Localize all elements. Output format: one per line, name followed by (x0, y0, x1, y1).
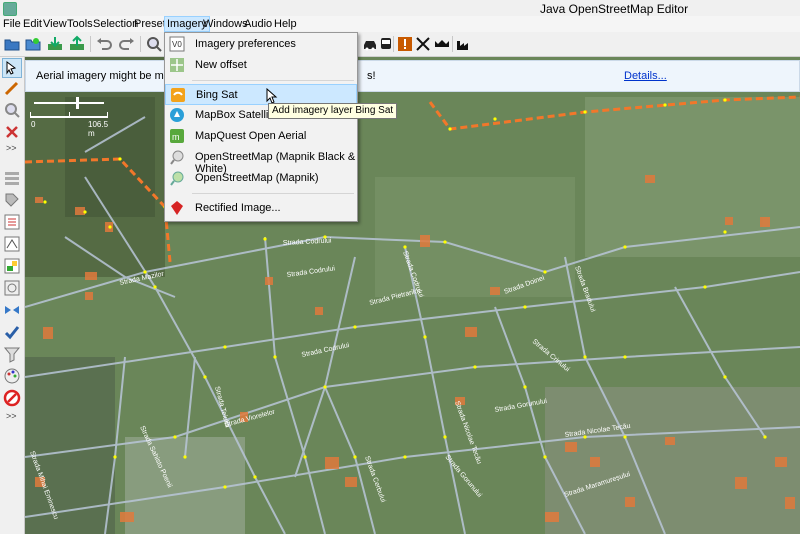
menu-item-label: MapQuest Open Aerial (195, 130, 307, 142)
menu-tools[interactable]: Tools (67, 18, 93, 30)
palette-icon[interactable] (3, 367, 21, 385)
details-link[interactable]: Details... (624, 70, 667, 82)
svg-text:V0: V0 (172, 40, 182, 49)
menu-file[interactable]: File (3, 18, 21, 30)
open-file-icon[interactable] (3, 35, 21, 53)
map-paint-icon[interactable] (3, 257, 21, 275)
menu-item-osm-mapnik[interactable]: OpenStreetMap (Mapnik) (165, 168, 357, 189)
map-view[interactable]: Strada Mazilor Strada Codrului Strada Co… (25, 57, 800, 534)
zoom-tool-icon[interactable] (3, 101, 21, 119)
zoom-slider[interactable] (34, 102, 104, 104)
menu-item-rectified-image[interactable]: Rectified Image... (165, 198, 357, 219)
mapbox-icon (170, 108, 184, 122)
relation-list-icon[interactable] (3, 235, 21, 253)
menu-item-label: Bing Sat (196, 89, 238, 101)
menu-selection[interactable]: Selection (93, 18, 138, 30)
menu-audio[interactable]: Audio (244, 18, 272, 30)
validation-check-icon[interactable] (3, 323, 21, 341)
menu-windows[interactable]: Windows (203, 18, 248, 30)
mouse-cursor-icon (266, 88, 278, 104)
toolbar-separator (90, 36, 91, 52)
filter-icon[interactable] (3, 279, 21, 297)
delete-tool-icon[interactable] (3, 123, 21, 141)
download-icon[interactable] (46, 35, 64, 53)
scale-tick (107, 112, 108, 118)
rectified-image-icon (171, 201, 183, 215)
draw-tool-icon[interactable] (3, 79, 21, 97)
menu-item-label: Imagery preferences (195, 38, 296, 50)
menu-item-mapquest-open-aerial[interactable]: m MapQuest Open Aerial (165, 126, 357, 147)
boundary-icon[interactable] (433, 35, 451, 53)
conflict-icon[interactable] (3, 301, 21, 319)
menu-item-label: MapBox Satellite (195, 109, 278, 121)
tags-icon[interactable] (3, 191, 21, 209)
select-tool-icon[interactable] (2, 58, 22, 78)
menu-item-bing-sat[interactable]: Bing Sat (165, 84, 357, 105)
warning-icon[interactable] (396, 35, 414, 53)
scale-indicator: 0 106.5 m (30, 97, 110, 138)
toolbar-separator (140, 36, 141, 52)
zoom-icon[interactable] (145, 35, 163, 53)
menu-item-new-offset[interactable]: New offset (165, 55, 357, 76)
layers-icon[interactable] (3, 169, 21, 187)
menu-item-label: Rectified Image... (195, 202, 281, 214)
scale-start-label: 0 (31, 120, 36, 129)
mapquest-icon: m (170, 129, 184, 143)
menu-bar: File Edit View Tools Selection Presets I… (0, 16, 800, 33)
scale-tick (69, 112, 70, 118)
imagery-offset-notification: Aerial imagery might be misalig s! Detai… (25, 60, 800, 92)
notification-text-end: s! (367, 70, 376, 82)
open-location-icon[interactable] (24, 35, 42, 53)
toolbar-separator (452, 36, 453, 52)
new-offset-icon (170, 58, 184, 72)
title-bar: Java OpenStreetMap Editor (0, 0, 800, 16)
no-entry-icon[interactable] (3, 389, 21, 407)
industrial-icon[interactable] (455, 35, 473, 53)
menu-view[interactable]: View (43, 18, 67, 30)
menu-help[interactable]: Help (274, 18, 297, 30)
menu-item-imagery-preferences[interactable]: V0 Imagery preferences (165, 34, 357, 55)
filter-funnel-icon[interactable] (3, 345, 21, 363)
upload-icon[interactable] (68, 35, 86, 53)
map-canvas: Strada Mazilor Strada Codrului Strada Co… (25, 57, 800, 534)
menu-item-label: OpenStreetMap (Mapnik) (195, 172, 319, 184)
left-tool-panel: >> >> (0, 57, 25, 534)
selection-list-icon[interactable] (3, 213, 21, 231)
imagery-menu: V0 Imagery preferences New offset Bing S… (164, 32, 358, 222)
imagery-preferences-icon: V0 (169, 36, 185, 52)
main-toolbar (0, 32, 800, 57)
svg-text:m: m (172, 132, 180, 142)
menu-edit[interactable]: Edit (23, 18, 42, 30)
osm-icon (170, 150, 184, 165)
toolbar-separator (393, 36, 394, 52)
josm-app-icon (3, 2, 17, 16)
scale-end-label: 106.5 m (88, 120, 109, 138)
bing-icon (171, 88, 185, 102)
menu-item-label: New offset (195, 59, 247, 71)
menu-separator (192, 193, 354, 194)
redo-icon[interactable] (118, 35, 136, 53)
more-panels-chevron-icon[interactable]: >> (6, 411, 17, 421)
zoom-slider-handle[interactable] (76, 97, 79, 109)
menu-separator (192, 80, 354, 81)
scale-tick (30, 112, 31, 118)
undo-icon[interactable] (95, 35, 113, 53)
tooltip: Add imagery layer Bing Sat (268, 103, 398, 119)
menu-item-osm-mapnik-bw[interactable]: OpenStreetMap (Mapnik Black & White) (165, 147, 357, 175)
cross-icon[interactable] (414, 35, 432, 53)
more-tools-chevron-icon[interactable]: >> (6, 143, 17, 153)
osm-icon (170, 171, 184, 186)
